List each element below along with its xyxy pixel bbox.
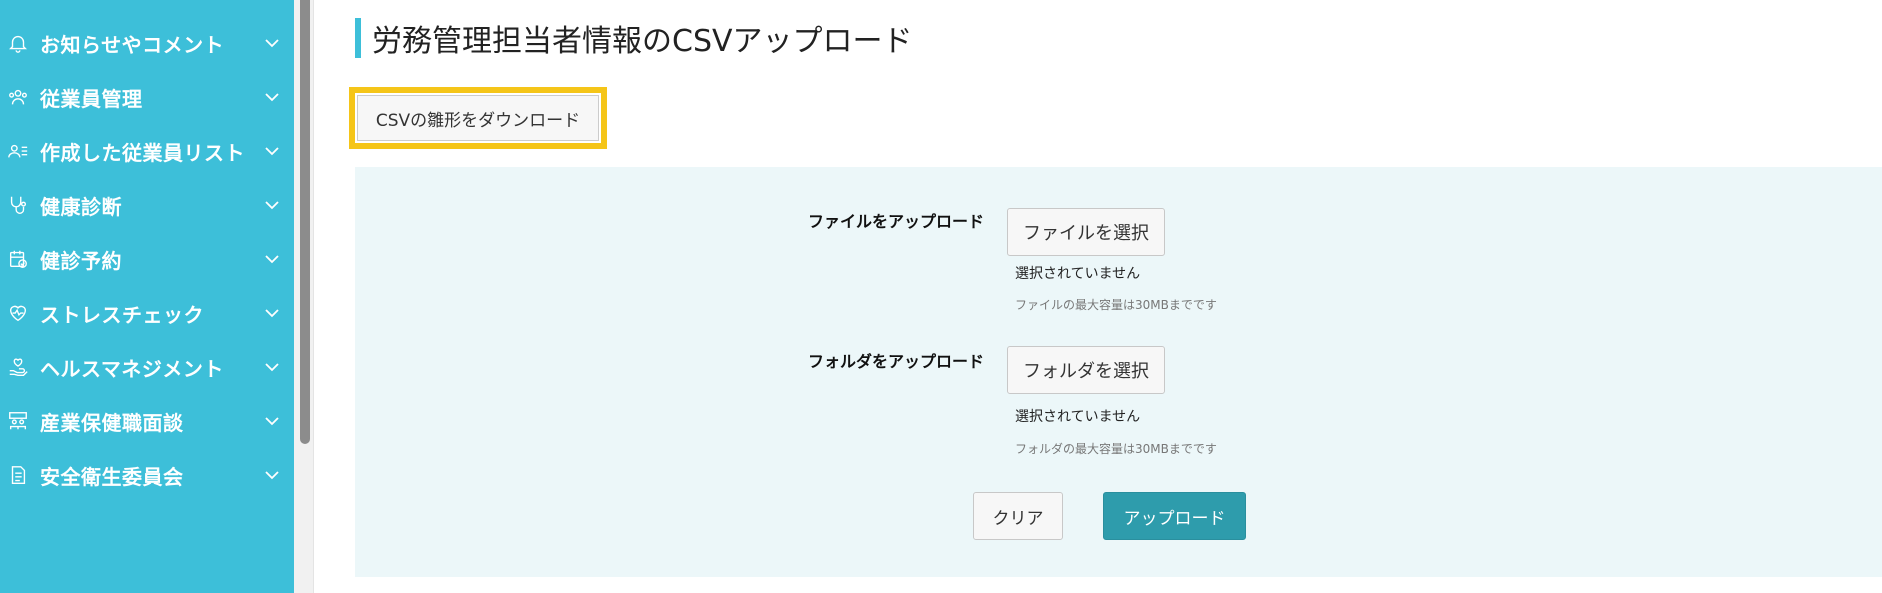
folder-upload-label: フォルダをアップロード bbox=[808, 352, 985, 371]
sidebar-scrollbar-thumb[interactable] bbox=[300, 0, 310, 444]
sidebar-item-employee-lists[interactable]: 作成した従業員リスト bbox=[0, 124, 294, 178]
chevron-down-icon[interactable] bbox=[262, 411, 282, 431]
sidebar-item-label: ストレスチェック bbox=[40, 302, 204, 327]
sidebar-item-checkup-booking[interactable]: 健診予約 bbox=[0, 232, 294, 286]
sidebar-item-label: 従業員管理 bbox=[40, 86, 143, 111]
sidebar-item-label: ヘルスマネジメント bbox=[40, 356, 224, 381]
page-title: 労務管理担当者情報のCSVアップロード bbox=[372, 24, 913, 59]
sidebar-item-stress-check[interactable]: ストレスチェック bbox=[0, 286, 294, 340]
sidebar-item-occupational-health-interview[interactable]: 産業保健職面談 bbox=[0, 394, 294, 448]
chevron-down-icon[interactable] bbox=[262, 465, 282, 485]
chevron-down-icon[interactable] bbox=[262, 195, 282, 215]
file-size-hint: ファイルの最大容量は30MBまでです bbox=[1015, 298, 1217, 312]
select-folder-button[interactable]: フォルダを選択 bbox=[1007, 346, 1165, 394]
chevron-down-icon[interactable] bbox=[262, 33, 282, 53]
file-status-text: 選択されていません bbox=[1015, 266, 1141, 282]
select-file-button[interactable]: ファイルを選択 bbox=[1007, 208, 1165, 256]
chevron-down-icon[interactable] bbox=[262, 141, 282, 161]
sidebar-item-label: 安全衛生委員会 bbox=[40, 464, 184, 489]
sidebar-item-label: 産業保健職面談 bbox=[40, 410, 184, 435]
sidebar-item-label: 健康診断 bbox=[40, 194, 122, 219]
upload-button[interactable]: アップロード bbox=[1103, 492, 1246, 540]
sidebar-item-label: お知らせやコメント bbox=[40, 32, 225, 57]
clear-button[interactable]: クリア bbox=[973, 492, 1063, 540]
sidebar-item-label: 作成した従業員リスト bbox=[40, 140, 245, 165]
sidebar: お知らせやコメント 従業員管理 作成した従業員リスト 健康診断 健診予約 ストレ… bbox=[0, 0, 294, 593]
document-icon bbox=[6, 463, 30, 487]
chevron-down-icon[interactable] bbox=[262, 249, 282, 269]
meeting-icon bbox=[6, 409, 30, 433]
sidebar-item-health-checkup[interactable]: 健康診断 bbox=[0, 178, 294, 232]
file-upload-label: ファイルをアップロード bbox=[808, 212, 985, 231]
heart-icon bbox=[6, 301, 30, 325]
user-list-icon bbox=[6, 139, 30, 163]
sidebar-item-notifications[interactable]: お知らせやコメント bbox=[0, 16, 294, 70]
download-template-button[interactable]: CSVの雛形をダウンロード bbox=[357, 95, 599, 141]
sidebar-item-employees[interactable]: 従業員管理 bbox=[0, 70, 294, 124]
sidebar-item-label: 健診予約 bbox=[40, 248, 122, 273]
chevron-down-icon[interactable] bbox=[262, 87, 282, 107]
sidebar-item-safety-committee[interactable]: 安全衛生委員会 bbox=[0, 448, 294, 502]
calendar-check-icon bbox=[6, 247, 30, 271]
folder-status-text: 選択されていません bbox=[1015, 409, 1141, 425]
title-accent-bar bbox=[355, 18, 361, 58]
folder-size-hint: フォルダの最大容量は30MBまでです bbox=[1015, 442, 1217, 456]
chevron-down-icon[interactable] bbox=[262, 357, 282, 377]
bell-icon bbox=[6, 31, 30, 55]
chevron-down-icon[interactable] bbox=[262, 303, 282, 323]
hand-heart-icon bbox=[6, 355, 30, 379]
sidebar-item-health-management[interactable]: ヘルスマネジメント bbox=[0, 340, 294, 394]
stethoscope-icon bbox=[6, 193, 30, 217]
users-icon bbox=[6, 85, 30, 109]
